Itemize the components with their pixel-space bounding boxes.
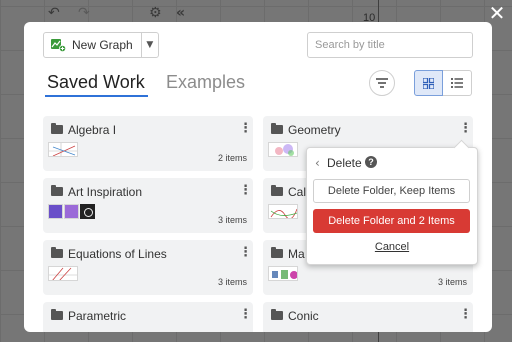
graph-thumbnail: [48, 204, 63, 219]
graph-thumbnail: [268, 204, 298, 219]
folder-card[interactable]: Parametric ⋮: [43, 302, 253, 332]
cancel-link[interactable]: Cancel: [307, 241, 477, 253]
folder-icon: [51, 309, 63, 320]
new-graph-button-group: New Graph ▼: [43, 32, 159, 58]
grid-view-button[interactable]: [414, 70, 443, 96]
item-count: 3 items: [217, 277, 247, 287]
graph-thumbnail: [268, 266, 298, 281]
folder-icon: [271, 247, 283, 258]
search-input[interactable]: [307, 32, 473, 58]
folder-icon: [51, 185, 63, 196]
list-icon: [451, 78, 463, 88]
delete-folder-and-items-button[interactable]: Delete Folder and 2 Items: [313, 209, 470, 233]
chevron-left-icon[interactable]: ‹: [315, 156, 320, 170]
graph-thumbnails: [48, 142, 78, 157]
close-icon[interactable]: ✕: [488, 3, 506, 23]
new-graph-label: New Graph: [72, 38, 133, 52]
graph-library-modal: New Graph ▼ Saved Work Examples: [24, 22, 492, 332]
undo-arrow-icon[interactable]: ↶: [48, 5, 60, 21]
item-count: 3 items: [437, 277, 467, 287]
folder-icon: [271, 123, 283, 134]
graph-thumbnail: [48, 142, 78, 157]
redo-arrow-icon[interactable]: ↷: [78, 5, 90, 21]
list-view-button[interactable]: [443, 70, 472, 96]
active-tab-indicator: [45, 95, 148, 97]
help-icon[interactable]: ?: [365, 156, 377, 168]
folder-name: Equations of Lines: [68, 247, 167, 261]
more-options-icon[interactable]: ⋮: [239, 246, 252, 260]
folder-name: Algebra I: [68, 123, 117, 137]
tab-saved-work[interactable]: Saved Work: [47, 72, 145, 93]
graph-thumbnails: [268, 204, 298, 219]
folder-icon: [271, 309, 283, 320]
graph-thumbnail: [64, 204, 79, 219]
folder-card[interactable]: Conic ⋮: [263, 302, 473, 332]
folder-name: Ma: [288, 247, 305, 261]
view-toggle: [414, 70, 472, 96]
folder-name: Cal: [288, 185, 307, 199]
tab-examples[interactable]: Examples: [166, 72, 245, 93]
graph-thumbnails: [48, 204, 95, 219]
filter-button[interactable]: [369, 70, 395, 96]
folder-card[interactable]: Art Inspiration ⋮ 3 items: [43, 178, 253, 233]
double-chevron-left-icon[interactable]: «: [176, 5, 185, 21]
popover-title: Delete: [327, 156, 362, 170]
more-options-icon[interactable]: ⋮: [239, 308, 252, 322]
folder-icon: [51, 123, 63, 134]
more-options-icon[interactable]: ⋮: [459, 122, 472, 136]
filter-icon: [376, 78, 388, 88]
more-options-icon[interactable]: ⋮: [459, 308, 472, 322]
delete-folder-popover: ‹ Delete ? Delete Folder, Keep Items Del…: [306, 139, 478, 265]
graph-thumbnail: [80, 204, 95, 219]
graph-thumbnail: [268, 142, 298, 157]
more-options-icon[interactable]: ⋮: [239, 184, 252, 198]
folder-card[interactable]: Equations of Lines ⋮ 3 items: [43, 240, 253, 295]
folder-icon: [271, 185, 283, 196]
folder-card[interactable]: Algebra I ⋮ 2 items: [43, 116, 253, 171]
graph-thumbnails: [48, 266, 78, 281]
more-options-icon[interactable]: ⋮: [239, 122, 252, 136]
graph-thumbnails: [268, 142, 298, 157]
folder-name: Art Inspiration: [68, 185, 143, 199]
item-count: 3 items: [217, 215, 247, 225]
grid-icon: [423, 77, 434, 89]
new-graph-icon: [51, 39, 66, 52]
new-graph-button[interactable]: New Graph: [44, 33, 142, 57]
folder-name: Conic: [288, 309, 319, 323]
graph-thumbnail: [48, 266, 78, 281]
folder-name: Geometry: [288, 123, 341, 137]
new-graph-dropdown-caret[interactable]: ▼: [142, 40, 158, 50]
folder-name: Parametric: [68, 309, 127, 323]
graph-thumbnails: [268, 266, 298, 281]
item-count: 2 items: [217, 153, 247, 163]
delete-folder-keep-items-button[interactable]: Delete Folder, Keep Items: [313, 179, 470, 203]
gear-icon[interactable]: ⚙: [149, 5, 162, 21]
folder-icon: [51, 247, 63, 258]
